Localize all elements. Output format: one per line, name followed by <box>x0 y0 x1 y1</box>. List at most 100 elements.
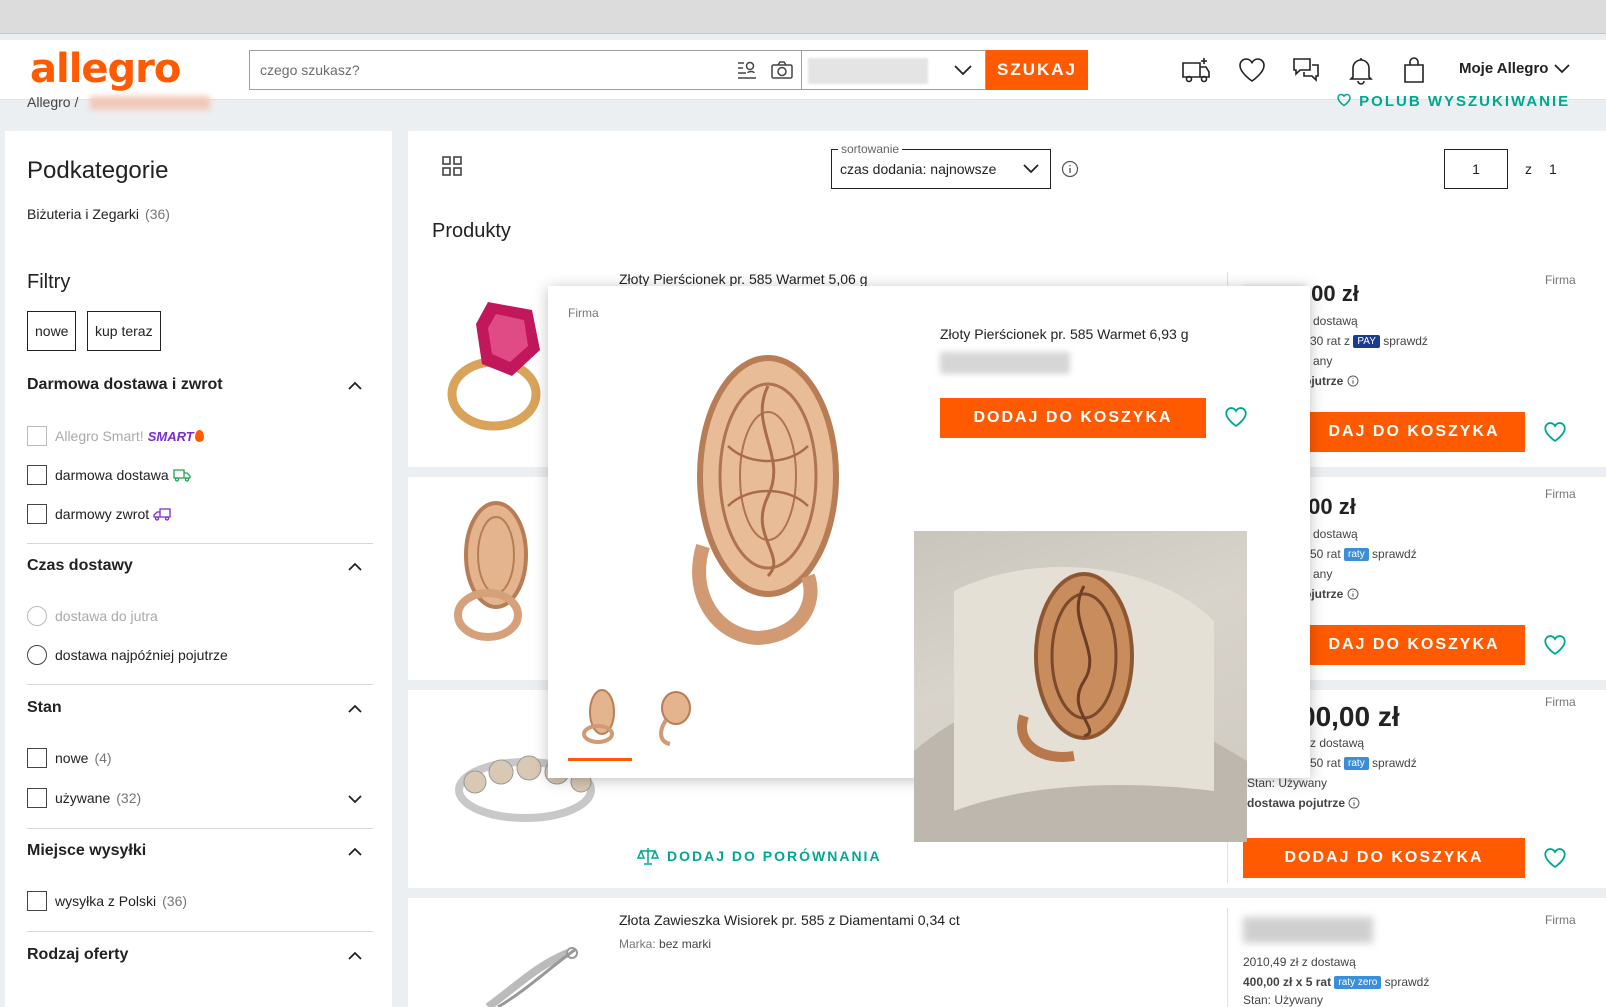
breadcrumb-root[interactable]: Allegro <box>27 94 71 110</box>
price-text: ,00 zł <box>1305 281 1359 306</box>
favorite-heart-icon[interactable] <box>1541 632 1569 658</box>
section-title-free-delivery[interactable]: Darmowa dostawa i zwrot <box>27 376 223 394</box>
filter-delivery-day-after[interactable]: dostawa najpóźniej pojutrze <box>27 645 228 665</box>
info-icon[interactable] <box>1348 797 1360 809</box>
favorite-heart-icon[interactable] <box>1541 845 1569 871</box>
chevron-up-icon[interactable] <box>347 949 363 961</box>
checkbox[interactable] <box>27 891 47 911</box>
delivery-price: dostawą <box>1313 314 1358 328</box>
check-link[interactable]: sprawdź <box>1372 756 1417 770</box>
cart-label: DAJ DO KOSZYKA <box>1328 423 1500 440</box>
section-title-condition[interactable]: Stan <box>27 699 62 717</box>
filter-chip-new[interactable]: nowe <box>27 311 77 351</box>
gold-filigree-ring-image[interactable] <box>648 346 878 646</box>
delivery-price: z dostawą <box>1310 736 1365 750</box>
heart-icon[interactable] <box>1236 54 1268 86</box>
chevron-up-icon[interactable] <box>347 845 363 857</box>
browser-chrome <box>0 0 1606 34</box>
checkbox[interactable] <box>27 426 47 446</box>
checkbox[interactable] <box>27 748 47 768</box>
seller-type: Firma <box>1545 273 1576 287</box>
filter-condition-new[interactable]: nowe (4) <box>27 748 112 768</box>
price-blurred <box>1243 917 1373 943</box>
condition-text: any <box>1313 567 1333 581</box>
check-link[interactable]: sprawdź <box>1372 547 1417 561</box>
thumbnail-1[interactable] <box>568 684 632 748</box>
subcategories-title: Podkategorie <box>27 157 169 184</box>
allegro-logo[interactable]: allegro <box>30 46 181 92</box>
silver-pendant-image <box>485 947 578 1007</box>
popup-add-to-cart-button[interactable]: DODAJ DO KOSZYKA <box>940 398 1206 438</box>
info-icon[interactable] <box>1347 375 1359 387</box>
chevron-up-icon[interactable] <box>347 702 363 714</box>
checkbox[interactable] <box>27 465 47 485</box>
installments-text: 400,00 zł x 5 rat <box>1243 975 1332 989</box>
radio[interactable] <box>27 606 47 626</box>
popup-product-title[interactable]: Złoty Pierścionek pr. 585 Warmet 6,93 g <box>940 326 1188 342</box>
condition-label: Stan: <box>1247 776 1276 790</box>
add-to-cart-button[interactable]: DODAJ DO KOSZYKA <box>1243 838 1525 878</box>
grid-view-icon[interactable] <box>441 155 463 177</box>
product-title[interactable]: Złota Zawieszka Wisiorek pr. 585 z Diame… <box>619 912 960 928</box>
option-count: (36) <box>162 893 188 909</box>
search-button[interactable]: SZUKAJ <box>986 50 1088 90</box>
search-input[interactable] <box>250 51 720 89</box>
filter-ship-from-poland[interactable]: wysyłka z Polski (36) <box>27 891 187 911</box>
filter-free-return[interactable]: darmowy zwrot <box>27 504 171 524</box>
divider <box>27 543 373 544</box>
filter-free-delivery[interactable]: darmowa dostawa <box>27 465 191 485</box>
product-image[interactable] <box>458 945 598 1007</box>
seller-type: Firma <box>1545 487 1576 501</box>
camera-icon[interactable] <box>771 60 793 80</box>
cart-label: DAJ DO KOSZYKA <box>1328 636 1500 653</box>
radio[interactable] <box>27 645 47 665</box>
filter-delivery-tomorrow[interactable]: dostawa do jutra <box>27 606 158 626</box>
add-to-compare-button[interactable]: DODAJ DO PORÓWNANIA <box>637 846 882 866</box>
save-search-button[interactable]: POLUB WYSZUKIWANIE <box>1335 92 1570 110</box>
divider <box>27 828 373 829</box>
filter-allegro-smart[interactable]: Allegro Smart! SMART <box>27 426 204 446</box>
filter-chip-buy-now[interactable]: kup teraz <box>87 311 161 351</box>
check-link[interactable]: sprawdź <box>1385 975 1430 989</box>
delivery-date: dostawa pojutrze <box>1247 796 1360 810</box>
option-count: (32) <box>116 790 142 806</box>
product-image[interactable] <box>432 272 562 452</box>
chevron-down-icon[interactable] <box>1553 62 1571 76</box>
chevron-down-icon[interactable] <box>347 793 363 805</box>
raty-badge: raty <box>1344 757 1369 771</box>
chevron-up-icon[interactable] <box>347 560 363 572</box>
page-number-input[interactable]: 1 <box>1444 149 1508 189</box>
info-icon[interactable] <box>1061 160 1079 178</box>
page-of-label: z <box>1525 161 1532 177</box>
section-title-delivery-time[interactable]: Czas dostawy <box>27 557 133 575</box>
checkbox[interactable] <box>27 788 47 808</box>
category-select[interactable] <box>802 50 986 90</box>
section-title-ship-from[interactable]: Miejsce wysyłki <box>27 842 146 860</box>
pay-badge: PAY <box>1353 335 1380 349</box>
product-title[interactable]: Złoty Pierścionek pr. 585 Warmet 5,06 g <box>619 271 867 287</box>
product-price: 00,00 zł <box>1300 701 1400 732</box>
thumbnail-active-indicator <box>568 758 632 761</box>
chevron-up-icon[interactable] <box>347 379 363 391</box>
sort-select[interactable]: sortowanie czas dodania: najnowsze <box>831 142 1051 189</box>
filter-condition-used[interactable]: używane (32) <box>27 788 141 808</box>
sort-value: czas dodania: najnowsze <box>840 161 997 177</box>
shopping-bag-icon[interactable] <box>1398 54 1430 86</box>
section-title-offer-type[interactable]: Rodzaj oferty <box>27 946 128 964</box>
installments-text: 30 rat z <box>1310 334 1351 348</box>
check-link[interactable]: sprawdź <box>1383 334 1428 348</box>
messages-icon[interactable] <box>1290 54 1322 86</box>
option-label: wysyłka z Polski <box>55 893 157 909</box>
checkbox[interactable] <box>27 504 47 524</box>
search-list-icon[interactable] <box>737 60 759 80</box>
delivery-truck-icon[interactable] <box>1180 54 1212 86</box>
product-image[interactable] <box>432 485 552 665</box>
info-icon[interactable] <box>1347 588 1359 600</box>
subcategory-link[interactable]: Biżuteria i Zegarki (36) <box>27 206 170 222</box>
ring-on-cushion-image <box>914 567 1247 842</box>
bell-icon[interactable] <box>1345 54 1377 86</box>
favorite-heart-icon[interactable] <box>1222 404 1250 430</box>
account-menu[interactable]: Moje Allegro <box>1459 60 1548 77</box>
thumbnail-2[interactable] <box>640 684 704 748</box>
favorite-heart-icon[interactable] <box>1541 419 1569 445</box>
